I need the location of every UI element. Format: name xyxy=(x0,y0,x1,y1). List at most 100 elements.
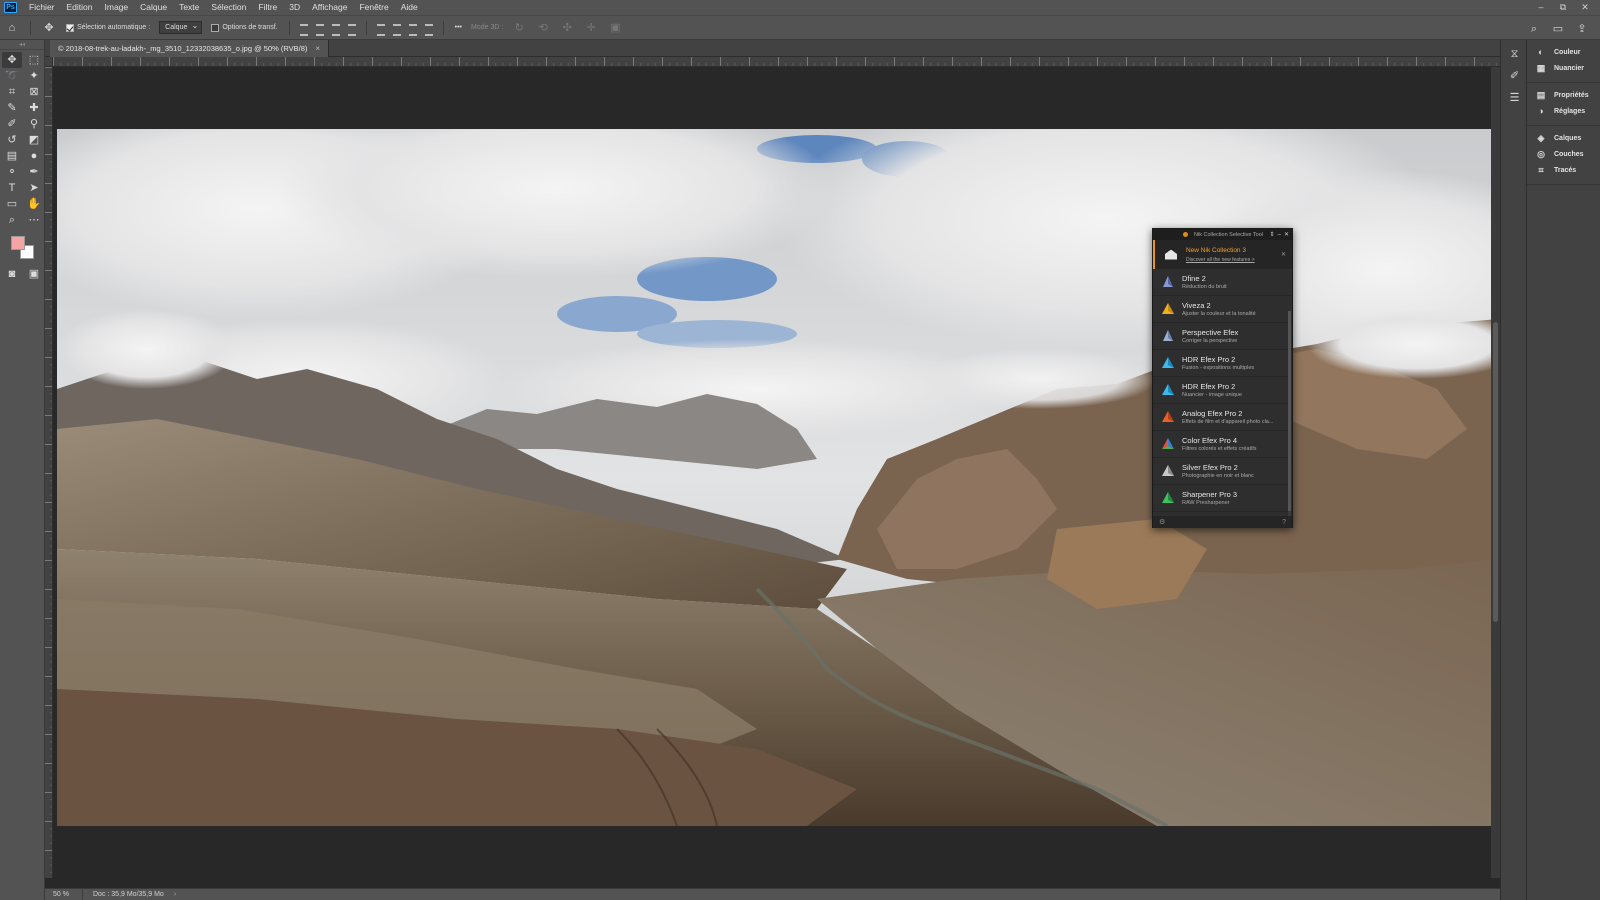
zoom-level[interactable]: 50 % xyxy=(45,889,83,900)
distribute-v-icon[interactable] xyxy=(423,22,435,36)
panel-nuancier[interactable]: ▦ Nuancier xyxy=(1527,60,1600,76)
screen-mode-icon[interactable]: ▣ xyxy=(24,266,44,282)
expand-icon[interactable]: ⇕ xyxy=(1270,231,1275,238)
panel-grip[interactable]: ◂◂ xyxy=(0,40,44,50)
menu-affichage[interactable]: Affichage xyxy=(306,0,353,15)
menu-filtre[interactable]: Filtre xyxy=(252,0,283,15)
move-tool-icon[interactable]: ✥ xyxy=(2,52,22,68)
vertical-scroll-thumb[interactable] xyxy=(1493,322,1498,622)
banner-close-icon[interactable]: ✕ xyxy=(1281,251,1286,258)
type-tool-icon[interactable]: T xyxy=(2,180,22,196)
status-menu-arrow[interactable]: › xyxy=(174,891,176,898)
clone-stamp-tool-icon[interactable]: ⚲ xyxy=(24,116,44,132)
zoom-tool-icon[interactable]: ⌕ xyxy=(2,212,22,228)
healing-brush-tool-icon[interactable]: ✚ xyxy=(24,100,44,116)
ruler-corner[interactable] xyxy=(45,57,53,67)
checkbox-checked-icon[interactable] xyxy=(66,23,74,32)
nik-title-bar[interactable]: Nik Collection Selective Tool ⇕ – ✕ xyxy=(1153,229,1292,240)
nik-item-analog[interactable]: Analog Efex Pro 2 Effets de film et d'app… xyxy=(1153,404,1292,431)
panel-proprietes[interactable]: ▤ Propriétés xyxy=(1527,87,1600,103)
transform-controls-checkbox[interactable]: Options de transf. xyxy=(211,23,278,32)
auto-select-checkbox[interactable]: Sélection automatique : xyxy=(66,23,150,32)
horizontal-ruler[interactable] xyxy=(53,57,1500,67)
close-window-button[interactable]: ✕ xyxy=(1574,0,1596,15)
panel-reglages[interactable]: ◑ Réglages xyxy=(1527,103,1600,119)
path-selection-tool-icon[interactable]: ➤ xyxy=(24,180,44,196)
nik-item-dfine[interactable]: Dfine 2 Réduction du bruit xyxy=(1153,269,1292,296)
minimize-icon[interactable]: – xyxy=(1278,232,1281,238)
align-top-icon[interactable] xyxy=(375,22,387,36)
nik-item-hdr-fusion[interactable]: HDR Efex Pro 2 Fusion - expositions multi… xyxy=(1153,350,1292,377)
auto-select-dropdown[interactable]: Calque xyxy=(159,20,203,34)
menu-3d[interactable]: 3D xyxy=(283,0,306,15)
frame-tool-icon[interactable]: ⊠ xyxy=(24,84,44,100)
menu-fichier[interactable]: Fichier xyxy=(23,0,61,15)
more-tools-icon[interactable]: ⋯ xyxy=(24,212,44,228)
hand-tool-icon[interactable]: ✋ xyxy=(24,196,44,212)
nik-list-scrollbar[interactable] xyxy=(1288,311,1291,516)
eraser-tool-icon[interactable]: ◩ xyxy=(24,132,44,148)
panel-calques[interactable]: ◈ Calques xyxy=(1527,130,1600,146)
panel-traces[interactable]: ⌗ Tracés xyxy=(1527,162,1600,178)
nik-item-color-efex[interactable]: Color Efex Pro 4 Filtres colorés et effet… xyxy=(1153,431,1292,458)
history-icon[interactable]: ⧖ xyxy=(1501,46,1528,62)
dodge-tool-icon[interactable]: ⚬ xyxy=(2,164,22,180)
align-center-h-icon[interactable] xyxy=(314,22,326,36)
checkbox-unchecked-icon[interactable] xyxy=(211,23,220,32)
blur-tool-icon[interactable]: ● xyxy=(24,148,44,164)
nik-item-sharpener[interactable]: Sharpener Pro 3 RAW Presharpener xyxy=(1153,485,1292,512)
align-right-icon[interactable] xyxy=(330,22,342,36)
distribute-h-icon[interactable] xyxy=(346,22,358,36)
share-icon[interactable]: ⇪ xyxy=(1573,20,1591,38)
nik-item-silver-efex[interactable]: Silver Efex Pro 2 Photographie en noir et… xyxy=(1153,458,1292,485)
close-icon[interactable]: ✕ xyxy=(1284,231,1289,238)
align-bottom-icon[interactable] xyxy=(407,22,419,36)
move-tool-icon[interactable]: ✥ xyxy=(40,19,58,37)
more-options-button[interactable]: ••• xyxy=(455,24,462,31)
magic-wand-tool-icon[interactable]: ✦ xyxy=(24,68,44,84)
nik-item-hdr-single[interactable]: HDR Efex Pro 2 Nuancier - image unique xyxy=(1153,377,1292,404)
crop-tool-icon[interactable]: ⌗ xyxy=(2,84,22,100)
menu-edition[interactable]: Edition xyxy=(61,0,99,15)
pen-tool-icon[interactable]: ✒ xyxy=(24,164,44,180)
lasso-tool-icon[interactable]: ➰ xyxy=(2,68,22,84)
banner-link[interactable]: Discover all the new features > xyxy=(1186,257,1255,263)
adjustment-sliders-icon[interactable]: ☰ xyxy=(1501,90,1528,106)
brush-tool-icon[interactable]: ✐ xyxy=(2,116,22,132)
menu-calque[interactable]: Calque xyxy=(134,0,173,15)
menu-selection[interactable]: Sélection xyxy=(205,0,252,15)
photoshop-logo[interactable]: Ps xyxy=(4,2,17,13)
menu-image[interactable]: Image xyxy=(99,0,135,15)
help-icon[interactable]: ? xyxy=(1282,519,1286,526)
menu-texte[interactable]: Texte xyxy=(173,0,205,15)
home-icon[interactable]: ⌂ xyxy=(3,19,21,37)
brush-settings-icon[interactable]: ✐ xyxy=(1501,68,1528,84)
foreground-color-swatch[interactable] xyxy=(11,236,25,250)
quick-mask-icon[interactable]: ◙ xyxy=(2,266,22,282)
restore-button[interactable]: ⧉ xyxy=(1552,0,1574,15)
align-left-icon[interactable] xyxy=(298,22,310,36)
minimize-button[interactable]: – xyxy=(1530,0,1552,15)
vertical-ruler[interactable] xyxy=(45,67,53,878)
document-tab[interactable]: © 2018-08-trek-au-ladakh-_mg_3510_123320… xyxy=(50,40,330,57)
nik-item-perspective[interactable]: Perspective Efex Corriger la perspective xyxy=(1153,323,1292,350)
settings-icon[interactable]: ⚙ xyxy=(1159,518,1165,526)
align-center-v-icon[interactable] xyxy=(391,22,403,36)
gradient-tool-icon[interactable]: ▤ xyxy=(2,148,22,164)
panel-couches[interactable]: ◎ Couches xyxy=(1527,146,1600,162)
eyedropper-tool-icon[interactable]: ✎ xyxy=(2,100,22,116)
close-tab-icon[interactable]: × xyxy=(315,40,320,57)
panel-couleur[interactable]: ◐ Couleur xyxy=(1527,44,1600,60)
vertical-scrollbar[interactable] xyxy=(1491,67,1500,878)
marquee-tool-icon[interactable]: ⬚ xyxy=(24,52,44,68)
nik-new-banner[interactable]: New Nik Collection 3 Discover all the ne… xyxy=(1153,240,1292,269)
doc-info[interactable]: Doc : 35,9 Mo/35,9 Mo xyxy=(83,891,164,898)
rectangle-tool-icon[interactable]: ▭ xyxy=(2,196,22,212)
workspace-icon[interactable]: ▭ xyxy=(1549,20,1567,38)
search-icon[interactable]: ⌕ xyxy=(1525,20,1543,38)
nik-scroll-thumb[interactable] xyxy=(1288,311,1291,511)
menu-fenetre[interactable]: Fenêtre xyxy=(353,0,394,15)
menu-aide[interactable]: Aide xyxy=(395,0,424,15)
history-brush-tool-icon[interactable]: ↺ xyxy=(2,132,22,148)
nik-item-viveza[interactable]: Viveza 2 Ajuster la couleur et la tonalit… xyxy=(1153,296,1292,323)
